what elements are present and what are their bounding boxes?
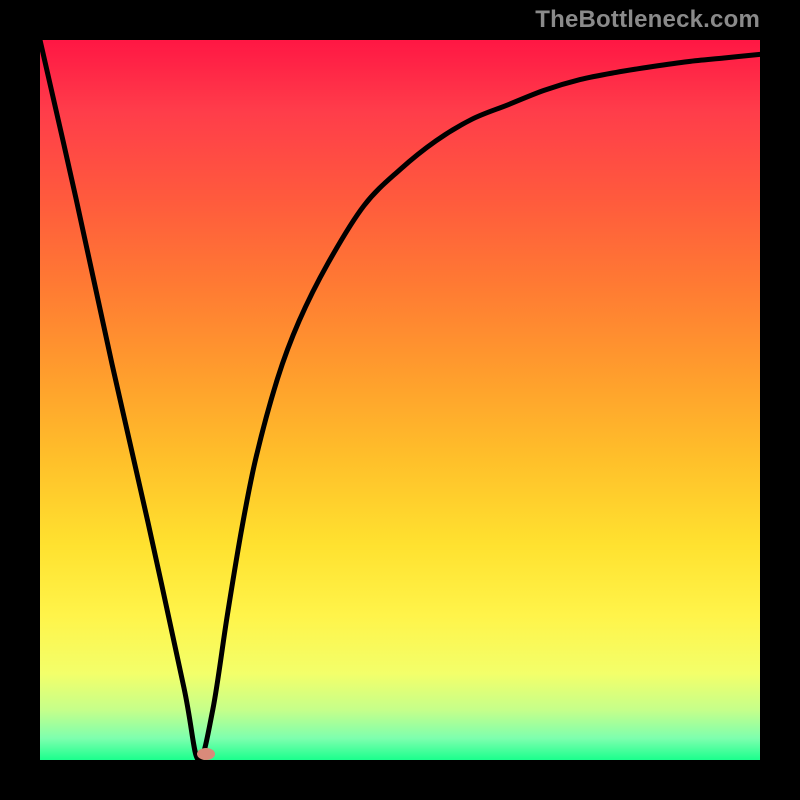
watermark-text: TheBottleneck.com — [535, 6, 760, 34]
curve-svg — [40, 40, 760, 760]
chart-container: TheBottleneck.com — [0, 0, 800, 800]
bottleneck-curve — [40, 40, 760, 760]
plot-area — [40, 40, 760, 760]
optimal-point-marker — [197, 748, 215, 760]
